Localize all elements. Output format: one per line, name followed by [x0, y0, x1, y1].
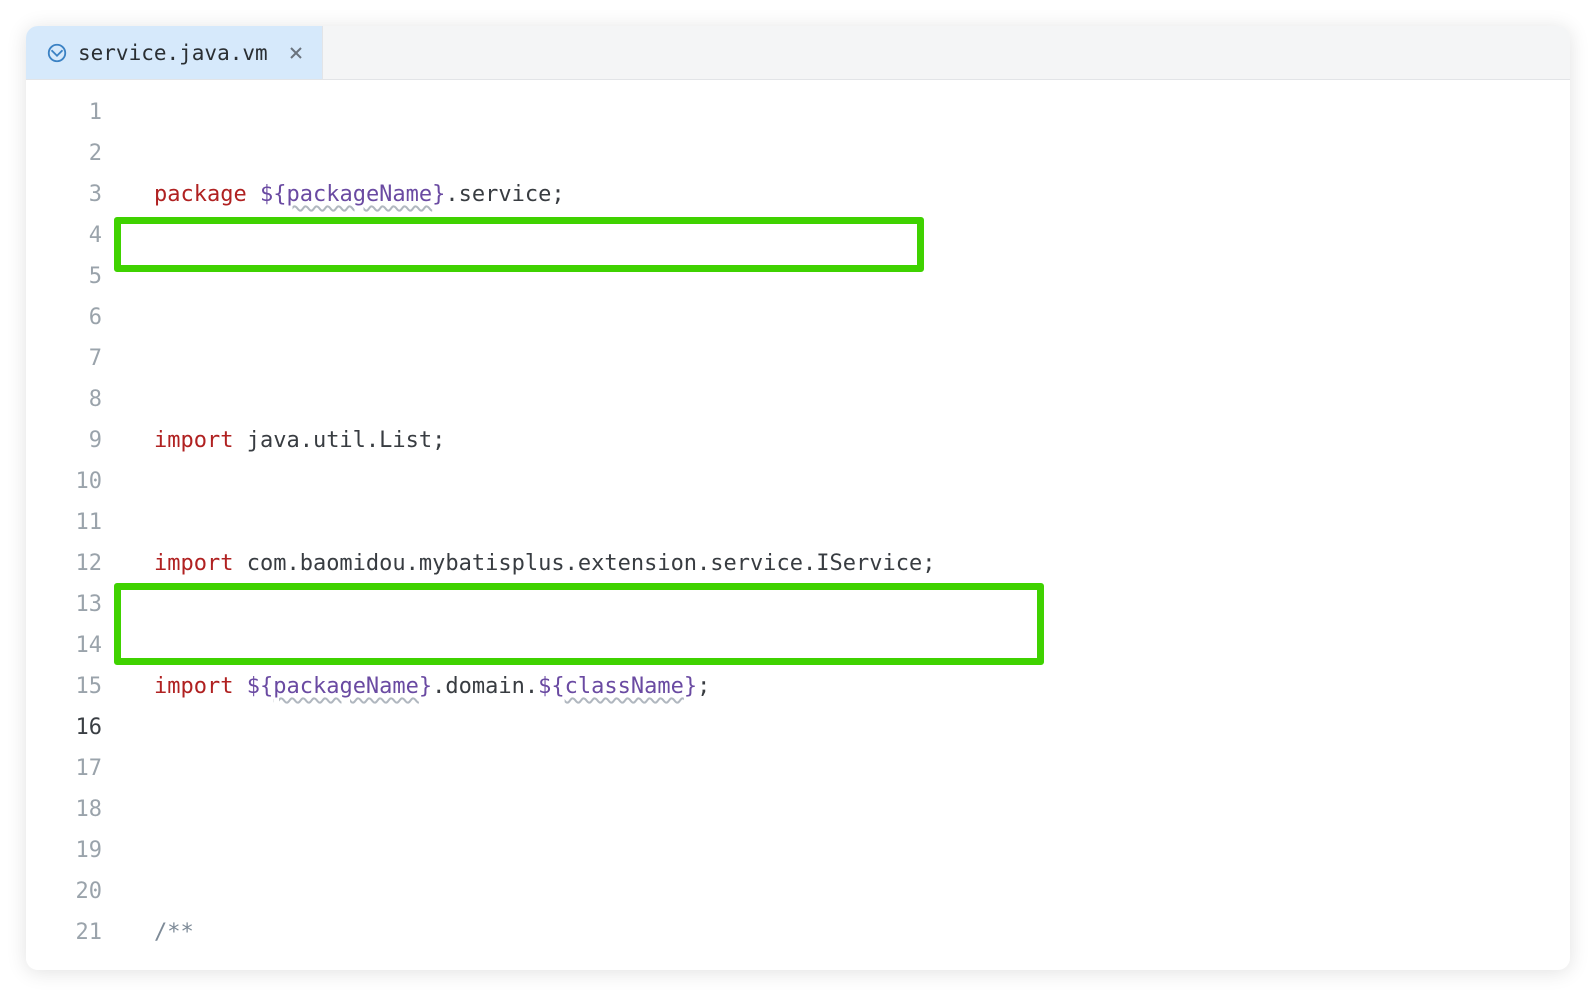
line-number: 21	[26, 912, 102, 953]
line-number: 6	[26, 297, 102, 338]
line-number: 20	[26, 871, 102, 912]
code-line[interactable]: /**	[126, 912, 1570, 953]
line-number-gutter: 1 2 3 4 5 6 7 8 9 10 11 12 13 14 15 16 1…	[26, 80, 126, 970]
tab-service-java-vm[interactable]: service.java.vm	[26, 26, 323, 79]
code-line[interactable]: import com.baomidou.mybatisplus.extensio…	[126, 543, 1570, 584]
line-number: 5	[26, 256, 102, 297]
code-content[interactable]: package ${packageName}.service; import j…	[126, 80, 1570, 970]
code-line[interactable]: import ${packageName}.domain.${className…	[126, 666, 1570, 707]
line-number: 15	[26, 666, 102, 707]
line-number: 13	[26, 584, 102, 625]
line-number: 10	[26, 461, 102, 502]
line-number: 2	[26, 133, 102, 174]
line-number: 17	[26, 748, 102, 789]
line-number: 1	[26, 92, 102, 133]
code-line[interactable]: package ${packageName}.service;	[126, 174, 1570, 215]
line-number: 4	[26, 215, 102, 256]
line-number: 9	[26, 420, 102, 461]
tab-bar: service.java.vm	[26, 26, 1570, 80]
code-line[interactable]	[126, 297, 1570, 338]
code-line[interactable]	[126, 789, 1570, 830]
editor-window: service.java.vm 1 2 3 4 5 6 7 8 9 10 11 …	[26, 26, 1570, 970]
line-number: 8	[26, 379, 102, 420]
tab-label: service.java.vm	[78, 41, 268, 65]
line-number: 16	[26, 707, 102, 748]
line-number: 14	[26, 625, 102, 666]
line-number: 12	[26, 543, 102, 584]
line-number: 7	[26, 338, 102, 379]
code-editor[interactable]: 1 2 3 4 5 6 7 8 9 10 11 12 13 14 15 16 1…	[26, 80, 1570, 970]
line-number: 19	[26, 830, 102, 871]
velocity-file-icon	[46, 42, 68, 64]
code-line[interactable]: import java.util.List;	[126, 420, 1570, 461]
close-icon[interactable]	[288, 45, 304, 61]
line-number: 18	[26, 789, 102, 830]
line-number: 3	[26, 174, 102, 215]
line-number: 11	[26, 502, 102, 543]
